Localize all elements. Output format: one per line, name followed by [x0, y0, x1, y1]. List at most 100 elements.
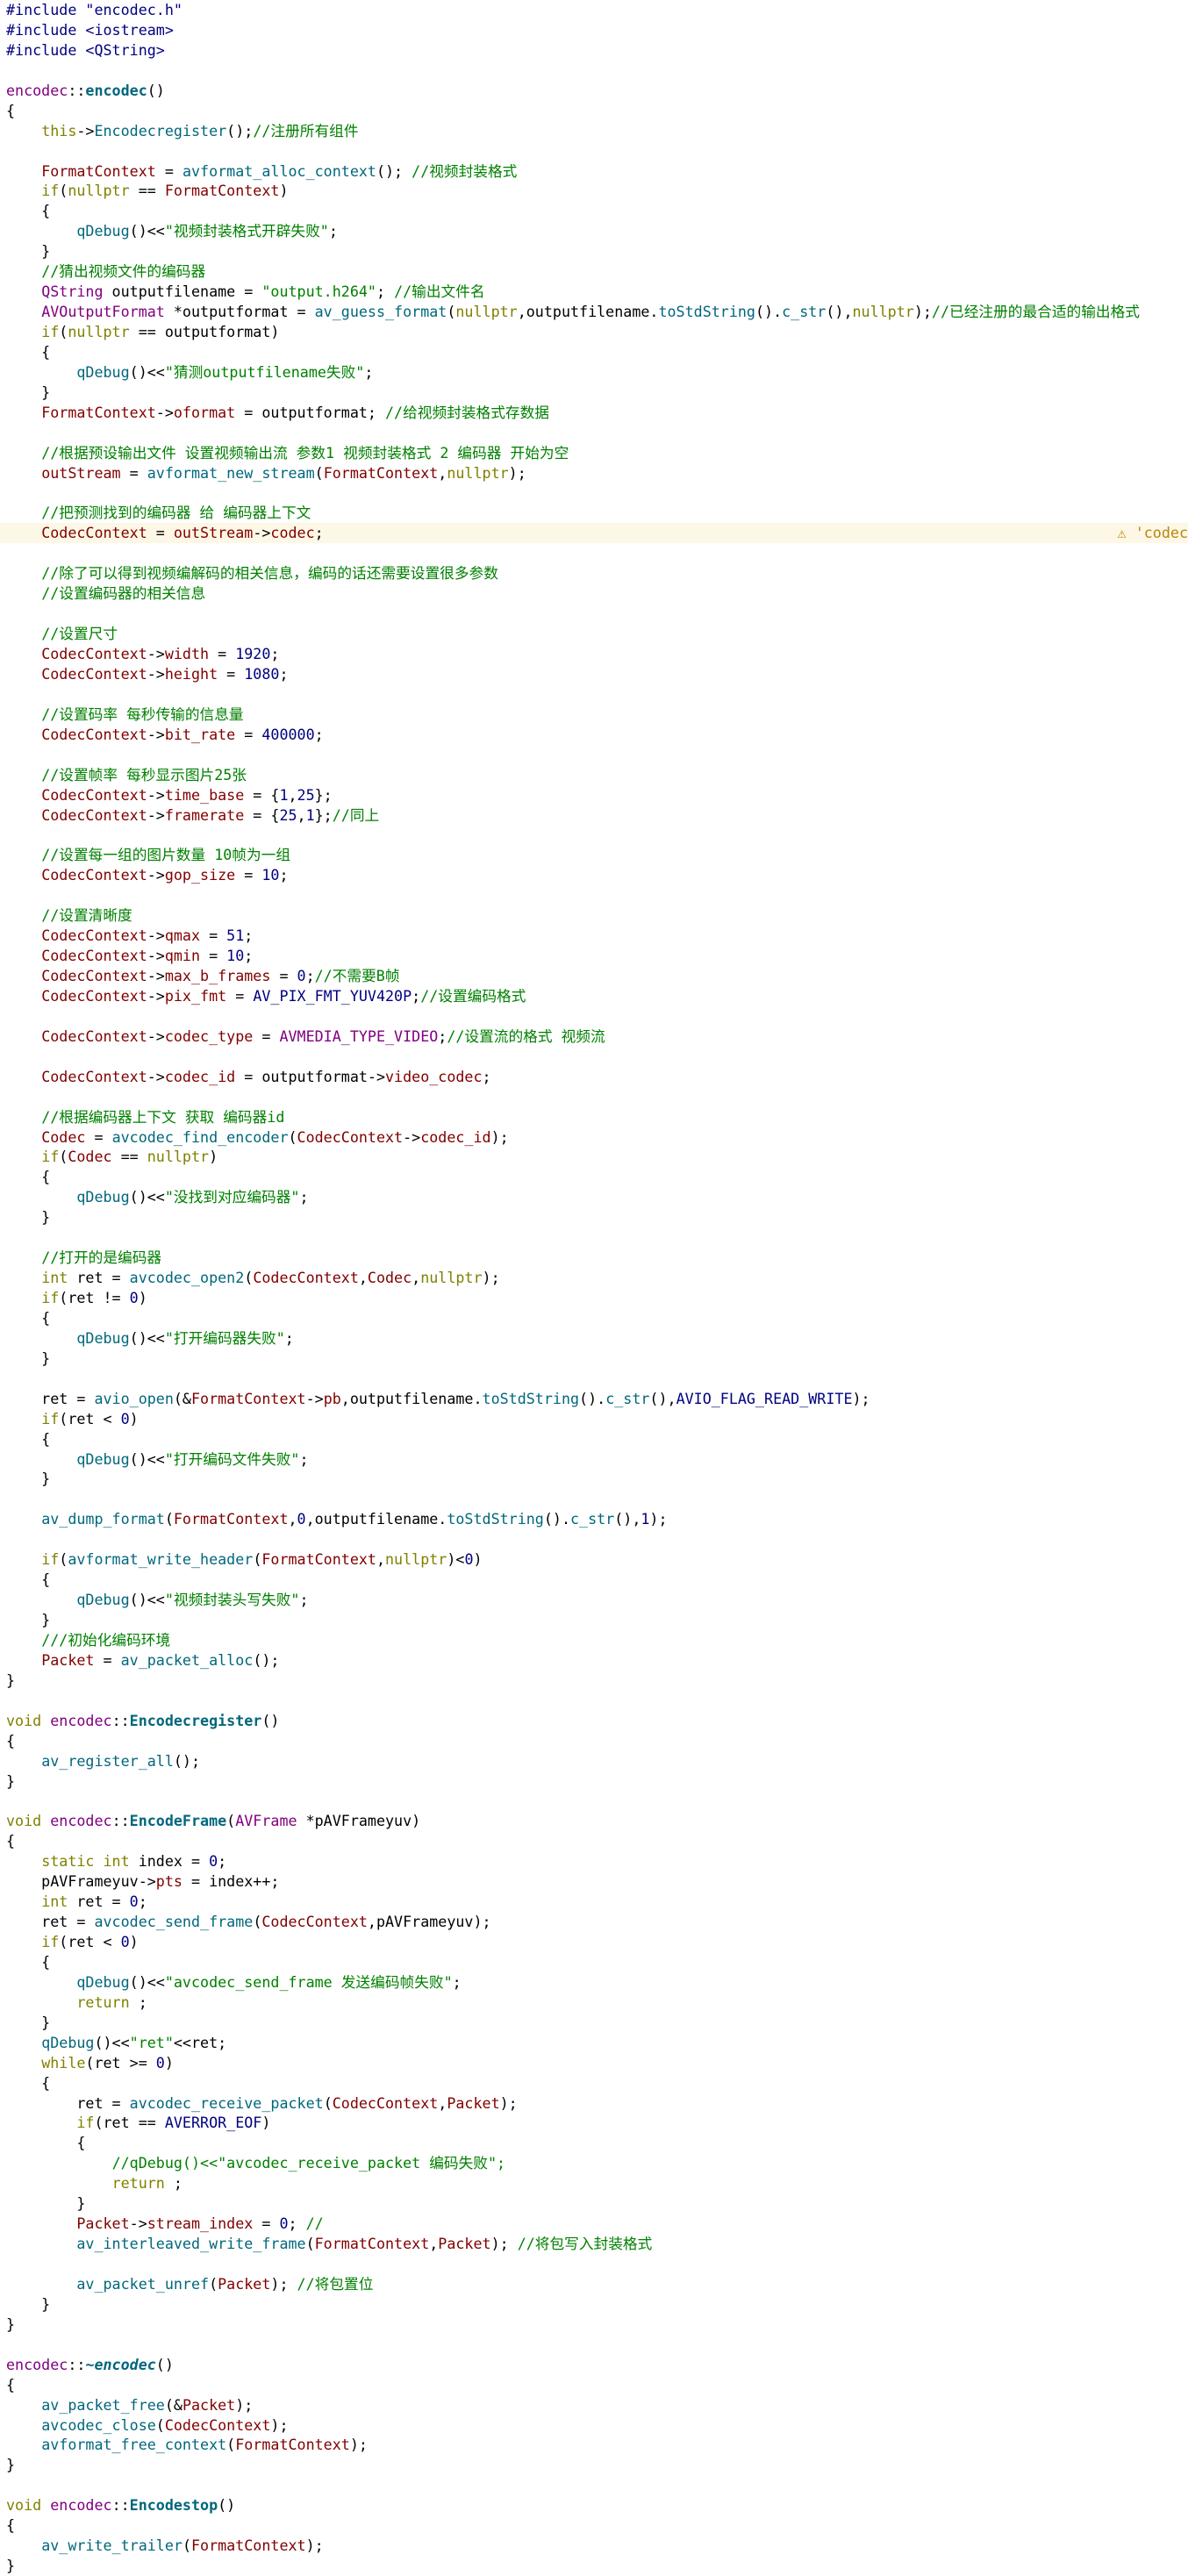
code-line[interactable]: [6, 1691, 1188, 1711]
code-line[interactable]: {: [6, 1731, 1188, 1751]
code-line[interactable]: }: [6, 383, 1188, 403]
code-line[interactable]: av_interleaved_write_frame(FormatContext…: [6, 2234, 1188, 2254]
code-line[interactable]: void encodec::EncodeFrame(AVFrame *pAVFr…: [6, 1811, 1188, 1831]
code-line[interactable]: ///初始化编码环境: [6, 1630, 1188, 1650]
code-line[interactable]: #include <iostream>: [6, 20, 1188, 40]
code-line[interactable]: }: [6, 2193, 1188, 2214]
code-line[interactable]: if(Codec == nullptr): [6, 1147, 1188, 1167]
code-line[interactable]: {: [6, 1308, 1188, 1328]
code-line[interactable]: {: [6, 101, 1188, 121]
code-line[interactable]: }: [6, 1207, 1188, 1227]
code-line[interactable]: this->Encodecregister();//注册所有组件: [6, 121, 1188, 141]
code-line[interactable]: if(ret < 0): [6, 1409, 1188, 1429]
code-line[interactable]: qDebug()<<"avcodec_send_frame 发送编码帧失败";: [6, 1972, 1188, 1993]
code-line[interactable]: av_packet_free(&Packet);: [6, 2395, 1188, 2415]
code-line[interactable]: ret = avcodec_receive_packet(CodecContex…: [6, 2093, 1188, 2114]
code-line[interactable]: {: [6, 1429, 1188, 1449]
code-line[interactable]: [6, 684, 1188, 705]
code-line[interactable]: [6, 1529, 1188, 1549]
code-line[interactable]: [6, 423, 1188, 443]
code-line[interactable]: {: [6, 1831, 1188, 1851]
code-line[interactable]: void encodec::Encodecregister(): [6, 1711, 1188, 1731]
code-line[interactable]: [6, 825, 1188, 845]
code-line[interactable]: {: [6, 201, 1188, 221]
code-line[interactable]: //设置清晰度: [6, 905, 1188, 926]
code-line[interactable]: }: [6, 2013, 1188, 2033]
code-line[interactable]: qDebug()<<"打开编码器失败";: [6, 1328, 1188, 1349]
code-line[interactable]: qDebug()<<"ret"<<ret;: [6, 2033, 1188, 2053]
code-line[interactable]: //设置帧率 每秒显示图片25张: [6, 765, 1188, 785]
code-line[interactable]: CodecContext->codec_id = outputformat->v…: [6, 1067, 1188, 1087]
code-line[interactable]: #include "encodec.h": [6, 0, 1188, 20]
code-line[interactable]: if(ret != 0): [6, 1288, 1188, 1308]
code-line[interactable]: Codec = avcodec_find_encoder(CodecContex…: [6, 1127, 1188, 1148]
code-line[interactable]: CodecContext->time_base = {1,25};: [6, 785, 1188, 805]
code-line[interactable]: static int index = 0;: [6, 1851, 1188, 1871]
code-line[interactable]: pAVFrameyuv->pts = index++;: [6, 1871, 1188, 1892]
code-line[interactable]: if(nullptr == outputformat): [6, 322, 1188, 342]
code-line[interactable]: {: [6, 2133, 1188, 2153]
code-line[interactable]: {: [6, 1167, 1188, 1187]
code-line[interactable]: [6, 141, 1188, 161]
code-line[interactable]: qDebug()<<"打开编码文件失败";: [6, 1449, 1188, 1470]
code-line[interactable]: [6, 1006, 1188, 1027]
code-line[interactable]: }: [6, 2556, 1188, 2576]
code-line[interactable]: if(nullptr == FormatContext): [6, 181, 1188, 201]
code-line[interactable]: //根据编码器上下文 获取 编码器id: [6, 1107, 1188, 1127]
code-line[interactable]: }: [6, 1349, 1188, 1369]
code-line[interactable]: //根据预设输出文件 设置视频输出流 参数1 视频封装格式 2 编码器 开始为空: [6, 443, 1188, 463]
code-line[interactable]: return ;: [6, 2173, 1188, 2193]
code-line[interactable]: ret = avio_open(&FormatContext->pb,outpu…: [6, 1389, 1188, 1409]
code-line[interactable]: AVOutputFormat *outputformat = av_guess_…: [6, 302, 1188, 322]
code-line[interactable]: }: [6, 1671, 1188, 1691]
code-line[interactable]: [6, 604, 1188, 624]
code-line[interactable]: if(ret < 0): [6, 1932, 1188, 1952]
code-line[interactable]: if(avformat_write_header(FormatContext,n…: [6, 1549, 1188, 1570]
code-line[interactable]: FormatContext->oformat = outputformat; /…: [6, 403, 1188, 423]
code-line[interactable]: //qDebug()<<"avcodec_receive_packet 编码失败…: [6, 2153, 1188, 2173]
code-line[interactable]: [6, 885, 1188, 905]
code-line[interactable]: int ret = avcodec_open2(CodecContext,Cod…: [6, 1268, 1188, 1288]
code-line[interactable]: QString outputfilename = "output.h264"; …: [6, 282, 1188, 302]
code-line[interactable]: }: [6, 2294, 1188, 2315]
code-line[interactable]: Packet = av_packet_alloc();: [6, 1650, 1188, 1671]
code-line[interactable]: CodecContext = outStream->codec; ⚠ 'codec: [0, 523, 1188, 544]
warning-marker[interactable]: ⚠ 'codec: [1118, 523, 1188, 543]
code-line[interactable]: if(ret == AVERROR_EOF): [6, 2113, 1188, 2133]
code-line[interactable]: //设置每一组的图片数量 10帧为一组: [6, 845, 1188, 865]
code-line[interactable]: qDebug()<<"视频封装头写失败";: [6, 1590, 1188, 1610]
code-line[interactable]: CodecContext->height = 1080;: [6, 664, 1188, 684]
code-line[interactable]: {: [6, 1952, 1188, 1972]
code-line[interactable]: Packet->stream_index = 0; //: [6, 2214, 1188, 2234]
code-line[interactable]: ret = avcodec_send_frame(CodecContext,pA…: [6, 1912, 1188, 1932]
code-line[interactable]: CodecContext->qmin = 10;: [6, 946, 1188, 966]
code-line[interactable]: CodecContext->max_b_frames = 0;//不需要B帧: [6, 966, 1188, 986]
code-line[interactable]: avformat_free_context(FormatContext);: [6, 2435, 1188, 2455]
code-line[interactable]: return ;: [6, 1993, 1188, 2013]
code-line[interactable]: {: [6, 2515, 1188, 2536]
code-line[interactable]: av_write_trailer(FormatContext);: [6, 2536, 1188, 2556]
code-line[interactable]: [6, 745, 1188, 765]
code-line[interactable]: [6, 1087, 1188, 1107]
code-line[interactable]: [6, 1791, 1188, 1811]
code-line[interactable]: CodecContext->gop_size = 10;: [6, 865, 1188, 885]
code-line[interactable]: av_packet_unref(Packet); //将包置位: [6, 2274, 1188, 2294]
code-line[interactable]: {: [6, 342, 1188, 362]
code-line[interactable]: int ret = 0;: [6, 1892, 1188, 1912]
code-line[interactable]: }: [6, 1469, 1188, 1489]
code-line[interactable]: //设置编码器的相关信息: [6, 583, 1188, 604]
code-line[interactable]: av_register_all();: [6, 1751, 1188, 1771]
code-line[interactable]: CodecContext->qmax = 51;: [6, 926, 1188, 946]
code-line[interactable]: //设置尺寸: [6, 624, 1188, 644]
code-line[interactable]: CodecContext->bit_rate = 400000;: [6, 725, 1188, 745]
code-line[interactable]: outStream = avformat_new_stream(FormatCo…: [6, 463, 1188, 483]
code-line[interactable]: [6, 2254, 1188, 2274]
code-line[interactable]: [6, 1489, 1188, 1509]
code-line[interactable]: {: [6, 2375, 1188, 2395]
code-line[interactable]: [6, 2335, 1188, 2355]
code-line[interactable]: qDebug()<<"视频封装格式开辟失败";: [6, 221, 1188, 241]
code-line[interactable]: //设置码率 每秒传输的信息量: [6, 705, 1188, 725]
code-line[interactable]: [6, 543, 1188, 563]
code-line[interactable]: }: [6, 1771, 1188, 1792]
code-line[interactable]: void encodec::Encodestop(): [6, 2495, 1188, 2515]
